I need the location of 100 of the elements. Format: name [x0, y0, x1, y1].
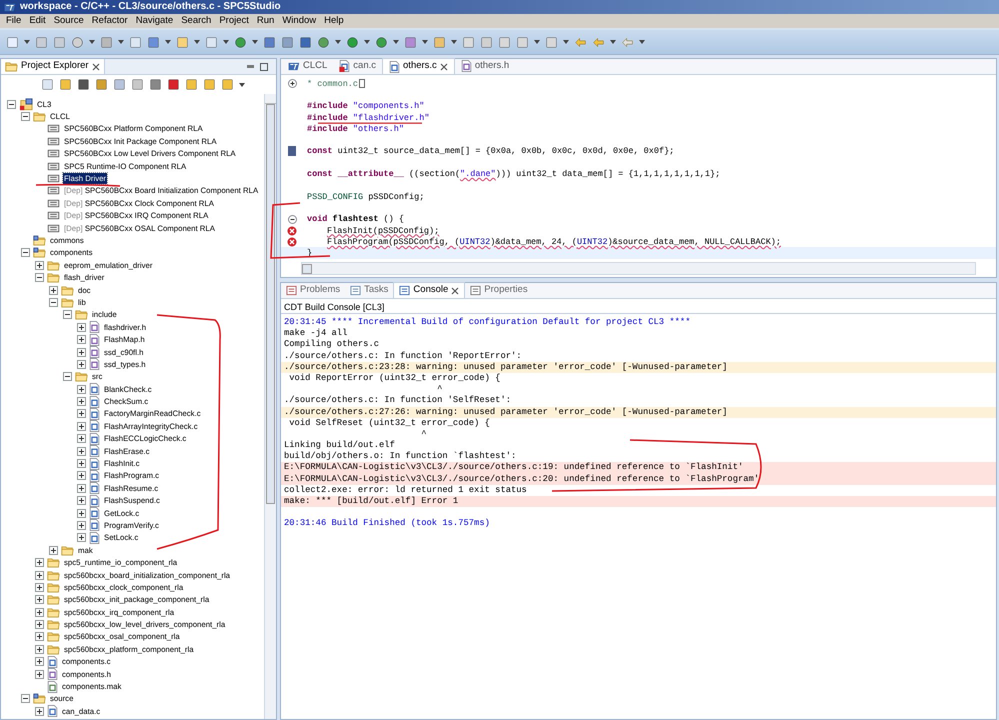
editor-tab[interactable]: CLCL	[281, 58, 334, 74]
close-icon[interactable]	[440, 62, 448, 70]
console-line: Linking build/out.elf	[283, 440, 396, 452]
collapse-icon[interactable]	[63, 372, 72, 382]
dropdown-caret-icon[interactable]	[335, 40, 341, 44]
collapse-icon[interactable]	[63, 310, 72, 320]
collapse-icon[interactable]	[21, 248, 30, 258]
expand-icon[interactable]	[77, 520, 86, 530]
collapse-icon[interactable]	[21, 694, 30, 704]
console-line: ./source/others.c: In function 'ReportError':	[283, 350, 523, 362]
expand-icon[interactable]	[35, 595, 44, 604]
expand-icon[interactable]	[77, 335, 86, 344]
expand-icon[interactable]	[35, 706, 44, 716]
collapse-icon[interactable]	[21, 112, 30, 122]
expand-icon[interactable]	[77, 360, 86, 369]
horizontal-scrollbar[interactable]	[301, 262, 976, 275]
dropdown-caret-icon[interactable]	[639, 40, 645, 44]
last-edit-icon[interactable]	[574, 36, 587, 48]
menu-item[interactable]: Run	[252, 15, 278, 27]
collapse-icon[interactable]	[7, 100, 16, 109]
dropdown-caret-icon[interactable]	[422, 40, 428, 44]
expand-icon[interactable]	[288, 79, 296, 88]
c-file-icon	[89, 383, 100, 396]
expand-icon[interactable]	[35, 620, 44, 630]
expand-icon[interactable]	[35, 632, 44, 642]
view-tab[interactable]: Project Explorer	[1, 59, 105, 74]
dropdown-caret-icon[interactable]	[165, 40, 171, 44]
component-icon	[47, 185, 60, 196]
dropdown-caret-icon[interactable]	[393, 40, 399, 44]
expand-icon[interactable]	[77, 471, 86, 480]
expand-icon[interactable]	[77, 484, 86, 493]
dropdown-caret-icon[interactable]	[534, 40, 540, 44]
menu-item[interactable]: Window	[278, 15, 320, 27]
menu-item[interactable]: Project	[215, 15, 253, 27]
expand-icon[interactable]	[49, 286, 58, 295]
dropdown-caret-icon[interactable]	[239, 82, 245, 86]
forward-icon[interactable]	[621, 36, 634, 48]
console-line: Compiling others.c	[283, 339, 380, 351]
console-line: ^	[436, 384, 444, 396]
menu-item[interactable]: Navigate	[132, 15, 178, 27]
expand-icon[interactable]	[77, 348, 86, 356]
code-line: const __attribute__ ((section(".dane"))) uint32_t data_mem[] = {1,1,1,1,1,1,1,1};	[307, 170, 720, 178]
menu-item[interactable]: Search	[177, 15, 216, 27]
expand-icon[interactable]	[35, 670, 44, 679]
menu-item[interactable]: Refactor	[88, 15, 132, 27]
collapse-icon[interactable]	[288, 214, 296, 224]
header-file-icon	[89, 346, 100, 358]
dropdown-caret-icon[interactable]	[252, 40, 258, 44]
expand-icon[interactable]	[35, 608, 44, 617]
view-tab[interactable]: Problems	[281, 282, 346, 298]
expand-icon[interactable]	[77, 459, 86, 468]
expand-icon[interactable]	[77, 434, 86, 444]
dropdown-caret-icon[interactable]	[610, 40, 616, 44]
dropdown-caret-icon[interactable]	[24, 40, 30, 44]
dropdown-caret-icon[interactable]	[118, 40, 124, 44]
close-icon[interactable]	[451, 286, 460, 294]
menu-item[interactable]: Source	[50, 15, 88, 27]
expand-icon[interactable]	[35, 570, 44, 580]
expand-icon[interactable]	[35, 260, 44, 270]
project-icon	[19, 98, 33, 111]
menu-item[interactable]: Help	[320, 15, 348, 27]
view-tab[interactable]: Properties	[465, 282, 533, 298]
expand-icon[interactable]	[35, 644, 44, 654]
code-line: #include "others.h"	[307, 124, 404, 133]
back-icon[interactable]	[592, 36, 605, 48]
dropdown-caret-icon[interactable]	[223, 40, 229, 44]
view-tab[interactable]: Console	[393, 282, 466, 298]
expand-icon[interactable]	[49, 546, 58, 555]
expand-icon[interactable]	[77, 496, 86, 506]
expand-icon[interactable]	[77, 322, 86, 332]
editor-tab[interactable]: others.c	[382, 58, 455, 74]
folded-code-icon[interactable]	[359, 79, 366, 88]
dropdown-caret-icon[interactable]	[364, 40, 370, 44]
view-tab[interactable]: Tasks	[345, 282, 394, 298]
close-icon[interactable]	[92, 62, 100, 70]
expand-icon[interactable]	[77, 397, 86, 406]
expand-icon[interactable]	[35, 657, 44, 666]
expand-icon[interactable]	[77, 446, 86, 456]
expand-icon[interactable]	[77, 533, 86, 542]
collapse-icon[interactable]	[35, 273, 44, 282]
expand-icon[interactable]	[77, 409, 86, 418]
dropdown-caret-icon[interactable]	[89, 40, 95, 44]
code-line: FlashInit(pSSDConfig);	[327, 226, 440, 234]
expand-icon[interactable]	[77, 384, 86, 394]
console-line: 20:31:45 **** Incremental Build of configuration Default for project CL3 ****	[283, 317, 692, 328]
editor-tab[interactable]: can.c	[333, 58, 382, 74]
c-file-icon	[47, 705, 58, 718]
menu-item[interactable]: Edit	[25, 15, 50, 27]
dropdown-caret-icon[interactable]	[451, 40, 457, 44]
maximize-icon[interactable]	[260, 62, 268, 70]
editor-tab[interactable]: others.h	[454, 58, 516, 74]
collapse-icon[interactable]	[49, 298, 58, 307]
scrollbar[interactable]	[264, 94, 276, 719]
dropdown-caret-icon[interactable]	[194, 40, 200, 44]
expand-icon[interactable]	[77, 508, 86, 518]
expand-icon[interactable]	[77, 422, 86, 431]
expand-icon[interactable]	[35, 582, 44, 592]
dropdown-caret-icon[interactable]	[563, 40, 569, 44]
menu-item[interactable]: File	[2, 15, 26, 27]
expand-icon[interactable]	[35, 558, 44, 568]
